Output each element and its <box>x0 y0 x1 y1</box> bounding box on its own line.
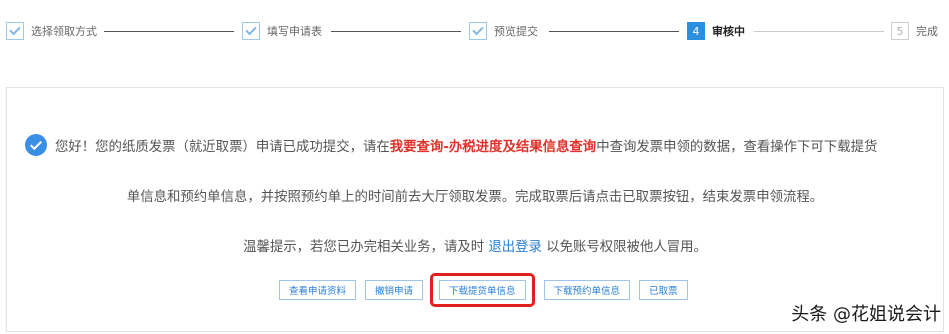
download-booking-button[interactable]: 下载预约单信息 <box>543 280 631 300</box>
step-5: 5 完成 <box>891 21 938 41</box>
tip-suffix: 以免账号权限被他人冒用。 <box>541 240 707 255</box>
step-1-label: 选择领取方式 <box>31 25 97 38</box>
message-line-1-suffix: 中查询发票申领的数据，查看操作下可下载提货 <box>596 140 878 155</box>
message-line-1: 您好！您的纸质发票（就近取票）申请已成功提交，请在 我要查询-办税进度及结果信息查… <box>25 134 877 156</box>
tip-prefix: 温馨提示，若您已办完相关业务，请及时 <box>243 240 489 255</box>
action-buttons: 查看申请资料 撤销申请 下载提货单信息 下载预约单信息 已取票 <box>279 273 697 307</box>
step-3: 预览提交 <box>469 21 538 41</box>
step-connector <box>331 31 461 32</box>
step-5-label: 完成 <box>916 25 938 38</box>
step-connector <box>549 31 679 32</box>
step-connector-pending <box>754 31 884 32</box>
step-connector <box>104 31 234 32</box>
download-pickup-button[interactable]: 下载提货单信息 <box>439 280 526 300</box>
picked-up-button[interactable]: 已取票 <box>639 280 688 300</box>
message-line-2: 单信息和预约单信息，并按照预约单上的时间前去大厅领取发票。完成取票后请点击已取票… <box>126 190 824 205</box>
step-2-label: 填写申请表 <box>267 25 322 38</box>
result-panel: 您好！您的纸质发票（就近取票）申请已成功提交，请在 我要查询-办税进度及结果信息查… <box>6 87 944 332</box>
progress-stepper: 选择领取方式 填写申请表 预览提交 4 审核中 5 完成 <box>0 0 949 60</box>
step-2: 填写申请表 <box>242 21 322 41</box>
success-check-icon <box>25 134 47 156</box>
revoke-application-button[interactable]: 撤销申请 <box>365 280 424 300</box>
watermark: 头条 @花姐说会计 <box>791 304 941 325</box>
step-4-label: 审核中 <box>712 25 745 38</box>
message-line-3: 温馨提示，若您已办完相关业务，请及时 退出登录 以免账号权限被他人冒用。 <box>7 235 943 255</box>
step-1: 选择领取方式 <box>6 21 97 41</box>
step-3-label: 预览提交 <box>494 25 538 38</box>
check-icon <box>469 22 487 40</box>
highlight-box: 下载提货单信息 <box>430 273 535 307</box>
check-icon <box>242 22 260 40</box>
view-application-button[interactable]: 查看申请资料 <box>279 280 357 300</box>
query-progress-link[interactable]: 我要查询-办税进度及结果信息查询 <box>390 135 596 155</box>
step-4-number: 4 <box>687 22 705 40</box>
step-5-number: 5 <box>891 22 909 40</box>
logout-link[interactable]: 退出登录 <box>488 240 542 255</box>
step-4: 4 审核中 <box>687 21 745 41</box>
message-line-1-prefix: 您好！您的纸质发票（就近取票）申请已成功提交，请在 <box>55 140 390 155</box>
check-icon <box>6 22 24 40</box>
